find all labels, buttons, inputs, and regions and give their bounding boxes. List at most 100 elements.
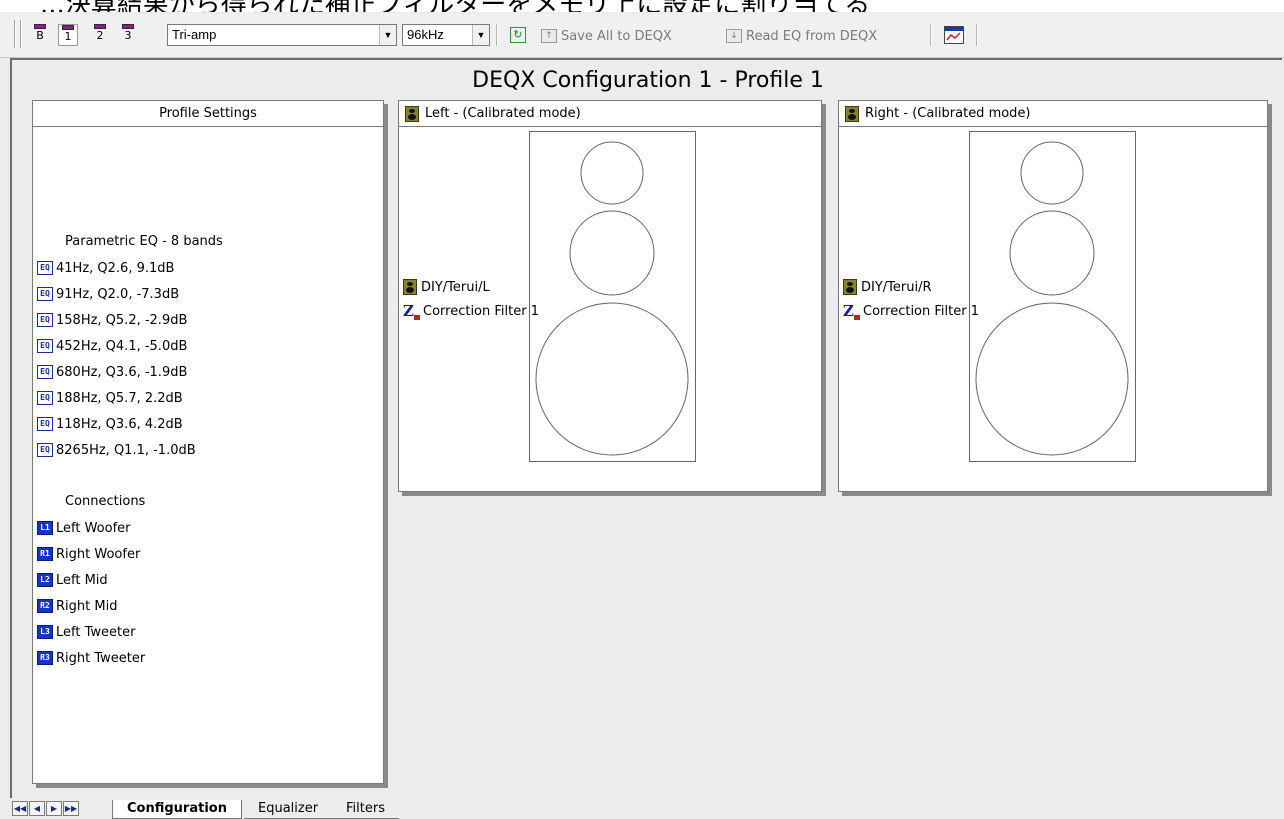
eq-band-label: 680Hz, Q3.6, -1.9dB (56, 364, 188, 380)
download-icon: ↓ (726, 29, 742, 43)
connection-row[interactable]: R3 Right Tweeter (37, 645, 383, 671)
first-icon[interactable]: ◀◀ (12, 801, 28, 816)
preset-3-button[interactable]: 3 (118, 24, 138, 46)
connection-badge-icon: L1 (37, 521, 53, 535)
sample-rate-select[interactable]: 96kHz ▼ (402, 24, 490, 46)
eq-band-row[interactable]: EQ 118Hz, Q3.6, 4.2dB (37, 411, 383, 437)
eq-band-row[interactable]: EQ 8265Hz, Q1.1, -1.0dB (37, 437, 383, 463)
left-channel-title: Left - (Calibrated mode) (425, 106, 581, 121)
speaker-icon (403, 279, 417, 295)
connection-badge-icon: L2 (37, 573, 53, 587)
connection-label: Left Woofer (56, 520, 131, 536)
right-correction-filter-row[interactable]: Z Correction Filter 1 (843, 304, 979, 320)
right-speaker-diagram[interactable] (969, 131, 1137, 463)
connection-badge-icon: L3 (37, 625, 53, 639)
configuration-view: DEQX Configuration 1 - Profile 1 Profile… (10, 58, 1282, 798)
sample-rate-value: 96kHz (407, 27, 444, 42)
eq-band-row[interactable]: EQ 452Hz, Q4.1, -5.0dB (37, 333, 383, 359)
connection-label: Left Mid (56, 572, 108, 588)
graph-window-icon[interactable] (944, 26, 964, 44)
connection-row[interactable]: L2 Left Mid (37, 567, 383, 593)
upload-icon: ↑ (541, 29, 557, 43)
left-speaker-model: DIY/Terui/L (421, 279, 490, 295)
toolbar-grip-2[interactable] (20, 20, 22, 48)
next-icon[interactable]: ▶ (46, 801, 62, 816)
eq-band-row[interactable]: EQ 91Hz, Q2.0, -7.3dB (37, 281, 383, 307)
eq-band-label: 452Hz, Q4.1, -5.0dB (56, 338, 188, 354)
correction-filter-icon: Z (403, 304, 420, 320)
left-channel-panel: Left - (Calibrated mode) DIY/Terui/L Z C… (398, 100, 822, 492)
eq-band-label: 8265Hz, Q1.1, -1.0dB (56, 442, 196, 458)
profile-settings-body: Parametric EQ - 8 bands EQ 41Hz, Q2.6, 9.… (33, 127, 383, 671)
chevron-down-icon[interactable]: ▼ (472, 25, 489, 45)
eq-band-row[interactable]: EQ 188Hz, Q5.7, 2.2dB (37, 385, 383, 411)
connection-row[interactable]: R1 Right Woofer (37, 541, 383, 567)
profile-settings-panel: Profile Settings Parametric EQ - 8 bands… (32, 100, 384, 784)
toolbar-separator (496, 24, 498, 46)
bypass-button-label: B (36, 29, 44, 42)
toolbar-grip[interactable] (14, 20, 16, 48)
page-title: DEQX Configuration 1 - Profile 1 (472, 68, 824, 93)
preset-2-button-label: 2 (96, 29, 104, 42)
eq-icon: EQ (37, 313, 53, 327)
save-all-button[interactable]: ↑ Save All to DEQX (541, 26, 672, 46)
connection-label: Right Woofer (56, 546, 141, 562)
tab-equalizer[interactable]: Equalizer (244, 800, 333, 819)
speaker-icon (843, 279, 857, 295)
top-caption-text: ...決算結果から得られた補正フィルターをメモリ上に設定に割り当てる (40, 0, 870, 12)
eq-heading: Parametric EQ - 8 bands (65, 234, 223, 249)
profile-settings-header: Profile Settings (33, 101, 383, 127)
last-icon[interactable]: ▶▶ (63, 801, 79, 816)
eq-icon: EQ (37, 417, 53, 431)
connection-badge-icon: R1 (37, 547, 53, 561)
eq-band-label: 158Hz, Q5.2, -2.9dB (56, 312, 188, 328)
top-caption-strip: ...決算結果から得られた補正フィルターをメモリ上に設定に割り当てる (0, 0, 1284, 12)
eq-icon: EQ (37, 339, 53, 353)
eq-band-label: 91Hz, Q2.0, -7.3dB (56, 286, 180, 302)
connection-label: Left Tweeter (56, 624, 136, 640)
amp-mode-select[interactable]: Tri-amp ▼ (167, 24, 397, 46)
save-all-label: Save All to DEQX (561, 28, 672, 44)
connection-label: Right Tweeter (56, 650, 146, 666)
read-eq-label: Read EQ from DEQX (746, 28, 878, 44)
preset-1-button[interactable]: 1 (58, 24, 78, 46)
toolbar: B 1 2 3 Tri-amp ▼ 96kHz ▼ ↻ ↑ Save All t… (0, 14, 1284, 58)
right-channel-title: Right - (Calibrated mode) (865, 106, 1031, 121)
right-channel-panel: Right - (Calibrated mode) DIY/Terui/R Z … (838, 100, 1268, 492)
connections-heading: Connections (65, 494, 146, 509)
refresh-icon[interactable]: ↻ (510, 27, 526, 43)
connection-row[interactable]: L1 Left Woofer (37, 515, 383, 541)
eq-band-row[interactable]: EQ 680Hz, Q3.6, -1.9dB (37, 359, 383, 385)
prev-icon[interactable]: ◀ (29, 801, 45, 816)
amp-mode-value: Tri-amp (172, 27, 217, 42)
right-correction-filter-label: Correction Filter 1 (863, 304, 979, 319)
right-speaker-model-row[interactable]: DIY/Terui/R (843, 279, 932, 295)
eq-band-row[interactable]: EQ 158Hz, Q5.2, -2.9dB (37, 307, 383, 333)
eq-icon: EQ (37, 365, 53, 379)
eq-band-label: 41Hz, Q2.6, 9.1dB (56, 260, 175, 276)
tab-filters[interactable]: Filters (332, 800, 399, 819)
left-channel-header: Left - (Calibrated mode) (399, 101, 821, 127)
toolbar-separator (976, 24, 978, 46)
speaker-icon (405, 105, 419, 122)
left-correction-filter-row[interactable]: Z Correction Filter 1 (403, 304, 539, 320)
right-speaker-model: DIY/Terui/R (861, 279, 932, 295)
connection-row[interactable]: L3 Left Tweeter (37, 619, 383, 645)
connection-badge-icon: R2 (37, 599, 53, 613)
tab-configuration[interactable]: Configuration (112, 800, 242, 819)
left-speaker-model-row[interactable]: DIY/Terui/L (403, 279, 490, 295)
left-speaker-diagram[interactable] (529, 131, 697, 463)
chevron-down-icon[interactable]: ▼ (379, 25, 396, 45)
right-channel-header: Right - (Calibrated mode) (839, 101, 1267, 127)
left-correction-filter-label: Correction Filter 1 (423, 304, 539, 319)
preset-3-button-label: 3 (124, 29, 132, 42)
eq-icon: EQ (37, 261, 53, 275)
eq-icon: EQ (37, 287, 53, 301)
read-eq-button[interactable]: ↓ Read EQ from DEQX (726, 26, 877, 46)
bypass-button[interactable]: B (30, 24, 50, 46)
correction-filter-icon: Z (843, 304, 860, 320)
preset-2-button[interactable]: 2 (90, 24, 110, 46)
connection-row[interactable]: R2 Right Mid (37, 593, 383, 619)
eq-band-row[interactable]: EQ 41Hz, Q2.6, 9.1dB (37, 255, 383, 281)
eq-band-label: 118Hz, Q3.6, 4.2dB (56, 416, 183, 432)
